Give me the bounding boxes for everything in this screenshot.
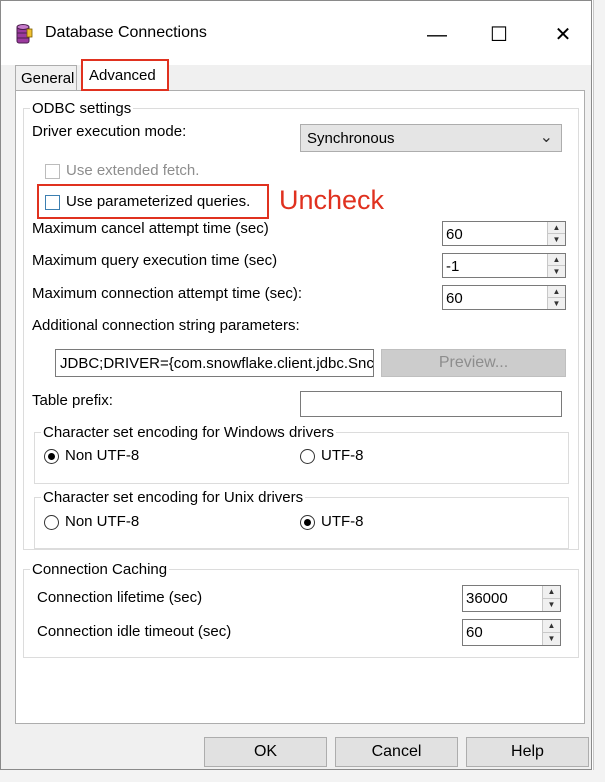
windows-encoding-legend: Character set encoding for Windows drive…	[43, 424, 334, 441]
windows-non-utf8-radio[interactable]	[44, 449, 59, 464]
odbc-settings-legend: ODBC settings	[32, 100, 132, 117]
spin-up-icon[interactable]: ▲	[543, 620, 560, 633]
connection-lifetime-value: 36000	[466, 590, 508, 607]
windows-utf8-radio[interactable]	[300, 449, 315, 464]
background-window-edge	[593, 0, 605, 782]
table-prefix-input[interactable]	[300, 391, 562, 417]
database-connections-dialog: Database Connections — ☐ ✕ General Advan…	[0, 0, 592, 770]
annotation-uncheck-text: Uncheck	[279, 185, 385, 215]
table-prefix-label: Table prefix:	[32, 392, 113, 409]
spinner-buttons[interactable]: ▲ ▼	[547, 222, 565, 245]
annotation-highlight-box	[37, 184, 269, 219]
background-window-bottom	[0, 770, 605, 782]
additional-params-input[interactable]: JDBC;DRIVER={com.snowflake.client.jdbc.S…	[55, 349, 374, 377]
radio-selected-dot	[304, 519, 311, 526]
max-query-time-spinner[interactable]: -1 ▲ ▼	[442, 253, 566, 278]
max-query-time-value: -1	[446, 258, 460, 275]
spin-down-icon[interactable]: ▼	[548, 298, 565, 310]
extended-fetch-checkbox[interactable]	[45, 164, 60, 179]
unix-utf8-label: UTF-8	[321, 513, 364, 530]
title-bar: Database Connections — ☐ ✕	[1, 1, 591, 65]
spin-up-icon[interactable]: ▲	[548, 222, 565, 234]
max-connection-time-label: Maximum connection attempt time (sec):	[32, 285, 303, 302]
close-button[interactable]: ✕	[535, 15, 591, 55]
cancel-button[interactable]: Cancel	[335, 737, 458, 767]
max-connection-time-spinner[interactable]: 60 ▲ ▼	[442, 285, 566, 310]
connection-lifetime-label: Connection lifetime (sec)	[37, 589, 203, 606]
tab-general[interactable]: General	[15, 65, 77, 91]
connection-idle-timeout-spinner[interactable]: 60 ▲ ▼	[462, 619, 561, 646]
connection-caching-legend: Connection Caching	[32, 561, 168, 578]
unix-utf8-radio[interactable]	[300, 515, 315, 530]
minimize-button[interactable]: —	[409, 15, 465, 55]
max-connection-time-value: 60	[446, 290, 463, 307]
tab-advanced[interactable]: Advanced	[81, 59, 169, 91]
driver-execution-mode-value: Synchronous	[307, 130, 395, 147]
windows-utf8-label: UTF-8	[321, 447, 364, 464]
connection-lifetime-spinner[interactable]: 36000 ▲ ▼	[462, 585, 561, 612]
spin-down-icon[interactable]: ▼	[548, 234, 565, 246]
maximize-button[interactable]: ☐	[471, 15, 527, 55]
driver-execution-mode-select[interactable]: Synchronous ⌄	[300, 124, 562, 152]
max-query-time-label: Maximum query execution time (sec)	[32, 252, 278, 269]
spin-up-icon[interactable]: ▲	[548, 286, 565, 298]
spinner-buttons[interactable]: ▲ ▼	[542, 620, 560, 645]
unix-non-utf8-radio[interactable]	[44, 515, 59, 530]
max-cancel-time-label: Maximum cancel attempt time (sec)	[32, 220, 269, 237]
spin-up-icon[interactable]: ▲	[548, 254, 565, 266]
spinner-buttons[interactable]: ▲ ▼	[542, 586, 560, 611]
spin-down-icon[interactable]: ▼	[543, 633, 560, 646]
chevron-down-icon: ⌄	[539, 129, 553, 146]
spin-down-icon[interactable]: ▼	[548, 266, 565, 278]
radio-selected-dot	[48, 453, 55, 460]
ok-button[interactable]: OK	[204, 737, 327, 767]
window-title: Database Connections	[45, 24, 207, 41]
unix-non-utf8-label: Non UTF-8	[65, 513, 140, 530]
database-icon	[15, 23, 33, 45]
spinner-buttons[interactable]: ▲ ▼	[547, 286, 565, 309]
max-cancel-time-spinner[interactable]: 60 ▲ ▼	[442, 221, 566, 246]
connection-idle-timeout-label: Connection idle timeout (sec)	[37, 623, 232, 640]
windows-non-utf8-label: Non UTF-8	[65, 447, 140, 464]
unix-encoding-legend: Character set encoding for Unix drivers	[43, 489, 304, 506]
spin-up-icon[interactable]: ▲	[543, 586, 560, 599]
max-cancel-time-value: 60	[446, 226, 463, 243]
preview-button[interactable]: Preview...	[381, 349, 566, 377]
connection-idle-timeout-value: 60	[466, 624, 483, 641]
driver-execution-mode-label: Driver execution mode:	[32, 123, 187, 140]
help-button[interactable]: Help	[466, 737, 589, 767]
spin-down-icon[interactable]: ▼	[543, 599, 560, 612]
additional-params-label: Additional connection string parameters:	[32, 317, 300, 334]
extended-fetch-label: Use extended fetch.	[66, 162, 200, 179]
spinner-buttons[interactable]: ▲ ▼	[547, 254, 565, 277]
